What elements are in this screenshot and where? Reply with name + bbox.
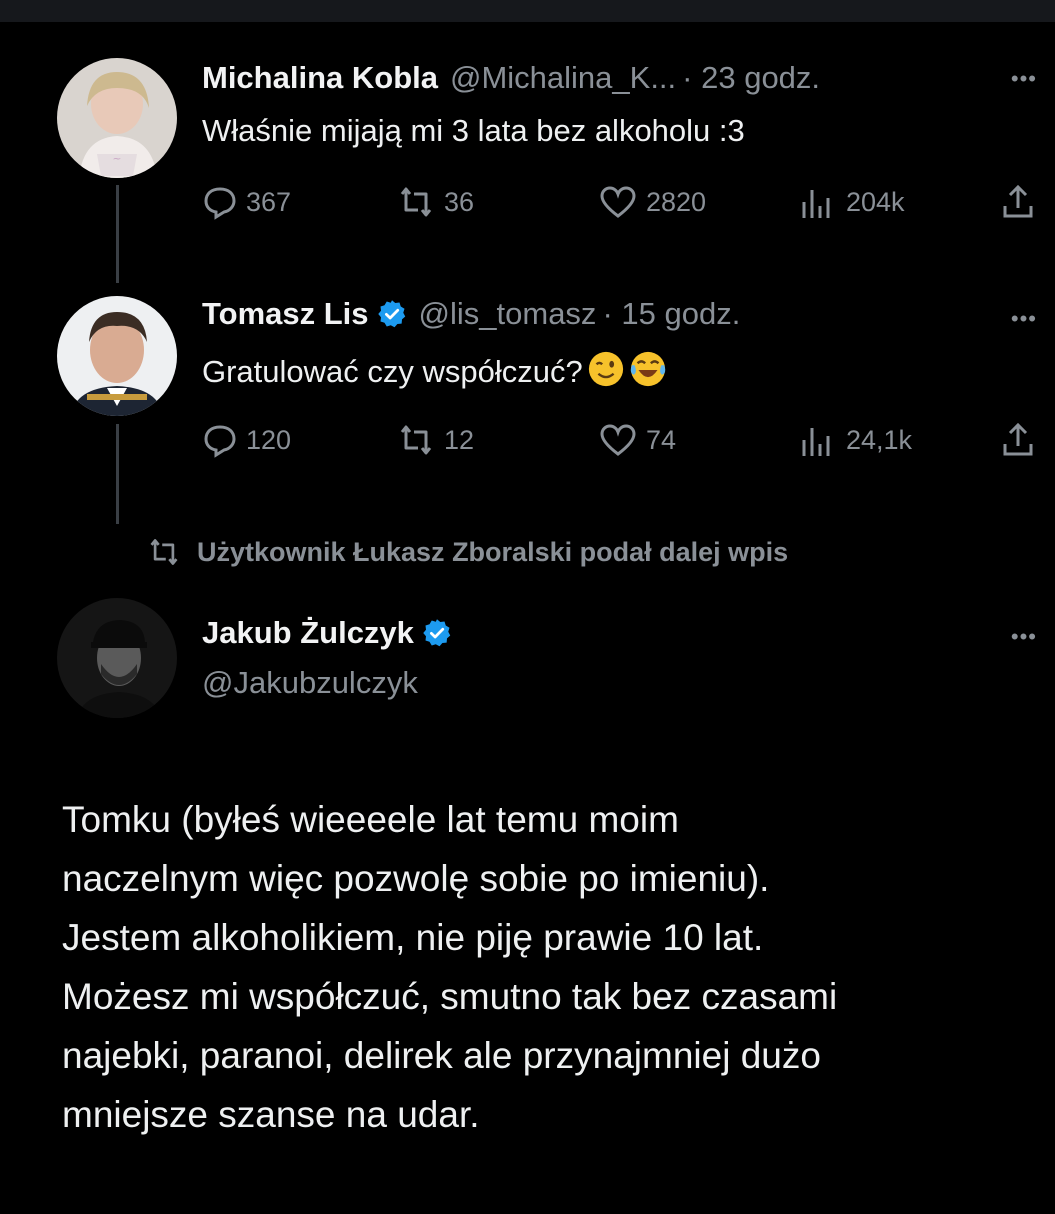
like-icon [600,424,636,456]
more-icon[interactable]: ••• [1011,624,1037,650]
share-button[interactable] [1000,422,1044,458]
verified-badge-icon [423,619,451,647]
tweet-header: Jakub Żulczyk [202,615,464,651]
retweet-button[interactable]: 36 [396,184,474,220]
handle[interactable]: @Michalina_K... [450,60,676,96]
svg-text:~: ~ [112,152,121,165]
avatar-michalina[interactable]: ~ [57,58,177,178]
reply-count: 367 [246,186,292,217]
like-button[interactable]: 2820 [598,184,706,220]
like-icon [600,186,636,218]
retweet-button[interactable]: 12 [396,422,474,458]
winking-face-emoji-icon [588,351,623,387]
retweet-notice[interactable]: Użytkownik Łukasz Zboralski podał dalej … [145,536,788,568]
avatar-tomasz[interactable] [57,296,177,416]
handle[interactable]: @lis_tomasz [419,296,597,332]
reply-count: 120 [246,424,292,455]
display-name[interactable]: Tomasz Lis [202,296,369,332]
body-line: Jestem alkoholikiem, nie piję prawie 10 … [62,917,764,958]
avatar-photo [57,296,177,416]
view-count: 204k [846,186,905,217]
screenshot-frame: ~ Michalina Kobla @Michalina_K... · 23 g… [0,0,1055,1214]
reply-icon [204,425,236,458]
views-button[interactable]: 204k [798,184,905,220]
retweet-icon [400,425,432,455]
views-icon [802,428,830,456]
retweet-icon [150,539,178,565]
share-button[interactable] [1000,184,1044,220]
like-count: 74 [646,424,677,455]
tears-of-joy-emoji-icon [630,351,665,387]
retweet-count: 12 [444,424,475,455]
body-line: Możesz mi współczuć, smutno tak bez czas… [62,976,838,1017]
timestamp[interactable]: · 15 godz. [602,296,740,332]
tweet-actions: 120 12 74 24,1k [202,422,1041,462]
avatar-jakub[interactable] [57,598,177,718]
top-bar [0,0,1055,22]
avatar-photo [57,598,177,718]
tweet-actions: 367 36 2820 204k [202,184,1041,224]
views-button[interactable]: 24,1k [798,422,912,458]
body-line: najebki, paranoi, delirek ale przynajmni… [62,1035,821,1076]
view-count: 24,1k [846,424,913,455]
handle[interactable]: @Jakubzulczyk [202,665,418,701]
reply-button[interactable]: 120 [202,422,291,458]
share-icon [1003,422,1033,456]
like-button[interactable]: 74 [598,422,676,458]
display-name[interactable]: Jakub Żulczyk [202,615,414,651]
body-line: mniejsze szanse na udar. [62,1094,480,1135]
verified-badge-icon [377,300,405,328]
main-tweet-body: Tomku (byłeś wieeeele lat temu moim nacz… [62,790,1042,1144]
reply-button[interactable]: 367 [202,184,291,220]
body-line: naczelnym więc pozwolę sobie po imieniu)… [62,858,770,899]
thread-connector [116,185,119,283]
like-count: 2820 [646,186,707,217]
body-line: Tomku (byłeś wieeeele lat temu moim [62,799,679,840]
retweet-notice-text: Użytkownik Łukasz Zboralski podał dalej … [197,536,789,567]
retweet-count: 36 [444,186,475,217]
more-icon[interactable]: ••• [1011,306,1037,332]
tweet-text: Gratulować czy współczuć? [202,350,667,390]
tweet-header: Tomasz Lis @lis_tomasz · 15 godz. [202,296,740,332]
thread-connector [116,424,119,524]
tweet-text-content: Gratulować czy współczuć? [202,354,583,389]
share-icon [1003,184,1033,218]
more-icon[interactable]: ••• [1011,66,1037,92]
retweet-icon [400,187,432,217]
tweet-text: Właśnie mijają mi 3 lata bez alkoholu :3 [202,113,745,148]
avatar-photo: ~ [57,58,177,178]
views-icon [802,190,830,218]
timestamp[interactable]: · 23 godz. [682,60,820,96]
display-name[interactable]: Michalina Kobla [202,60,438,96]
tweet-header: Michalina Kobla @Michalina_K... · 23 god… [202,60,820,96]
reply-icon [204,187,236,220]
